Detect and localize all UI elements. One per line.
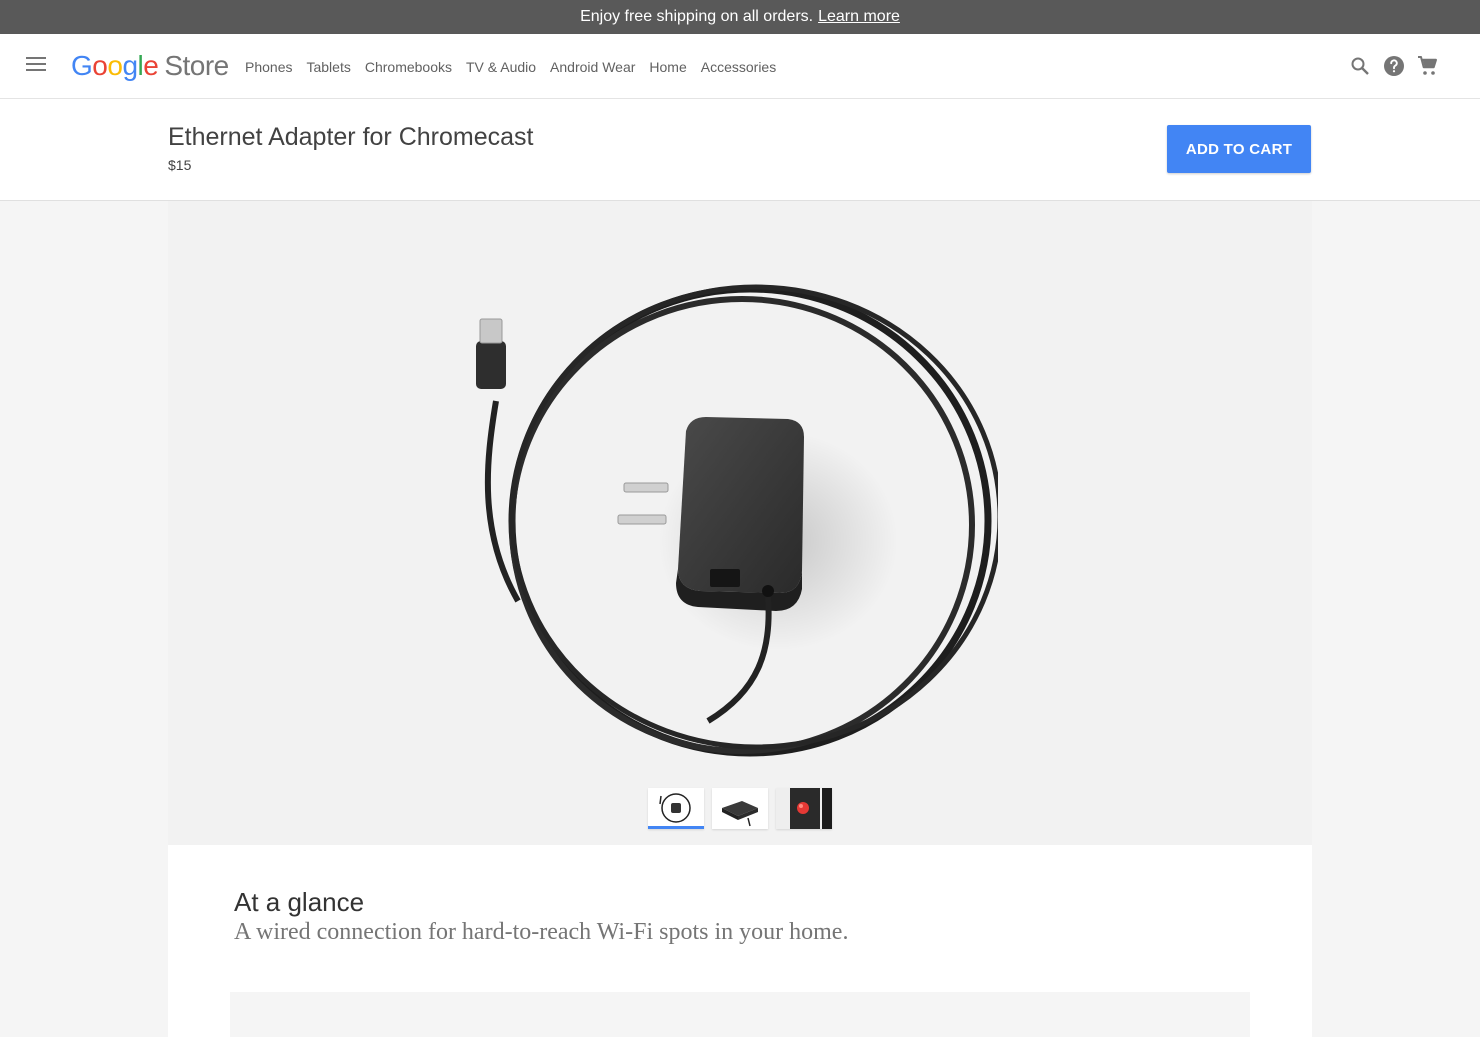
product-bar: Ethernet Adapter for Chromecast $15 ADD … [0, 99, 1480, 201]
nav-item-accessories[interactable]: Accessories [701, 59, 776, 75]
glance-title: At a glance [234, 887, 365, 917]
promo-bar: Enjoy free shipping on all orders. Learn… [0, 0, 1480, 34]
promo-text: Enjoy free shipping on all orders. [580, 8, 814, 25]
product-price: $15 [168, 157, 192, 173]
logo-letter: o [107, 50, 123, 81]
nav-item-tablets[interactable]: Tablets [306, 59, 350, 75]
site-header: Google Store Phones Tablets Chromebooks … [0, 34, 1480, 99]
thumbnail-adapter-with-cable[interactable] [648, 788, 704, 829]
glance-subtitle: A wired connection for hard-to-reach Wi-… [234, 919, 849, 945]
ethernet-adapter-image [476, 284, 998, 757]
search-icon[interactable] [1348, 54, 1372, 78]
logo-letter: G [71, 50, 93, 81]
nav-item-android-wear[interactable]: Android Wear [550, 59, 635, 75]
thumbnail-adapter-red-detail[interactable] [776, 788, 832, 829]
logo-letter: e [143, 50, 159, 81]
menu-icon[interactable] [26, 57, 46, 71]
learn-more-link[interactable]: Learn more [818, 8, 900, 26]
product-title: Ethernet Adapter for Chromecast [168, 123, 534, 151]
help-icon[interactable] [1382, 54, 1406, 78]
nav-item-home[interactable]: Home [649, 59, 686, 75]
glance-panel [230, 992, 1250, 1037]
logo-letter: o [92, 50, 108, 81]
header-actions [1338, 54, 1440, 78]
google-store-logo[interactable]: Google Store [71, 50, 229, 82]
product-gallery [168, 201, 1312, 845]
add-to-cart-button[interactable]: ADD TO CART [1167, 125, 1311, 173]
logo-store-word: Store [164, 50, 229, 81]
nav-item-chromebooks[interactable]: Chromebooks [365, 59, 452, 75]
thumbnail-adapter-side[interactable] [712, 788, 768, 829]
thumbnail-strip [648, 788, 840, 829]
main-nav: Phones Tablets Chromebooks TV & Audio An… [245, 34, 790, 99]
nav-item-phones[interactable]: Phones [245, 59, 292, 75]
at-a-glance-section: At a glance A wired connection for hard-… [168, 845, 1312, 1037]
logo-letter: g [122, 50, 138, 81]
nav-item-tv-audio[interactable]: TV & Audio [466, 59, 536, 75]
cart-icon[interactable] [1416, 54, 1440, 78]
